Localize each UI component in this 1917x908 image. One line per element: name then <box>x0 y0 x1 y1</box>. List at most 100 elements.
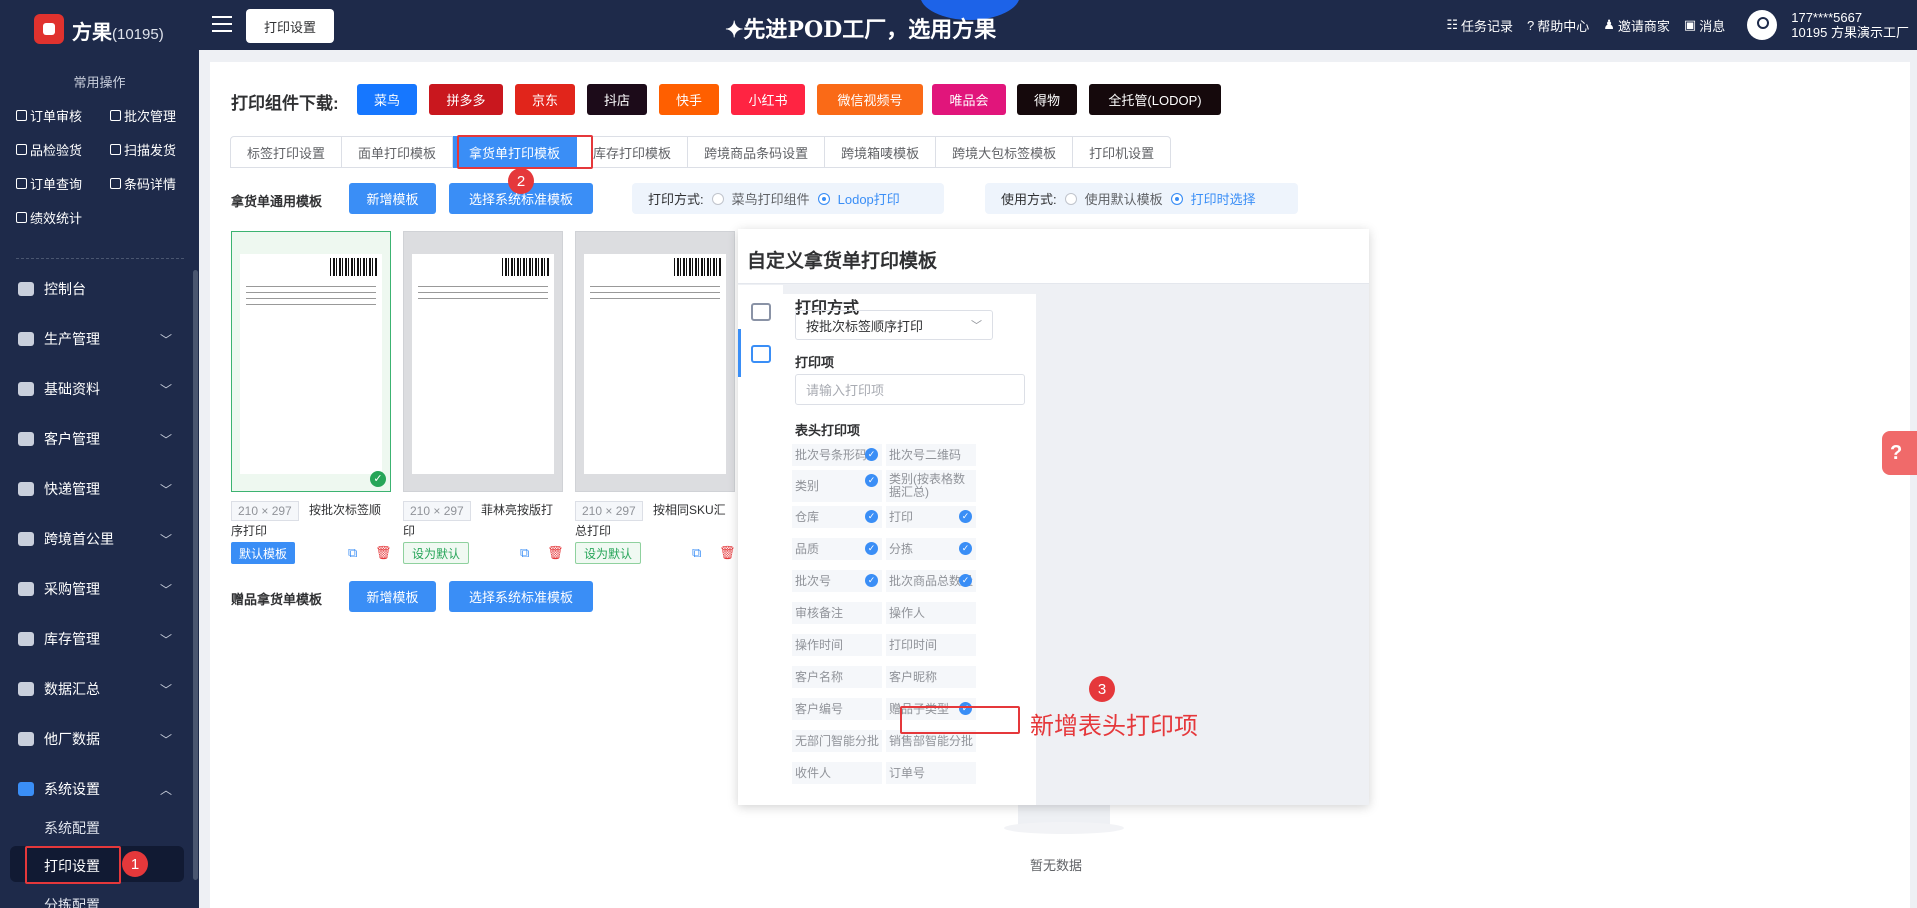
copy-icon[interactable]: ⧉ <box>692 545 706 560</box>
printer-icon[interactable] <box>751 345 771 363</box>
tab-printer-settings[interactable]: 打印机设置 <box>1073 136 1172 168</box>
header-option-item[interactable]: 品质 ✓ <box>792 538 882 560</box>
tab-print-settings[interactable]: 打印设置 <box>246 9 334 43</box>
download-cainiao-button[interactable]: 菜鸟 <box>357 84 417 115</box>
radio-lodop[interactable] <box>817 192 830 205</box>
header-option-item[interactable]: 客户昵称 <box>886 666 976 688</box>
add-template-button[interactable]: 新增模板 <box>349 183 436 214</box>
nav-express[interactable]: 快递管理 ﹀ <box>0 469 192 509</box>
radio-choose-on-print[interactable] <box>1170 192 1183 205</box>
copy-icon[interactable]: ⧉ <box>520 545 534 560</box>
template-card[interactable] <box>575 231 735 492</box>
header-items-label: 表头打印项 <box>795 423 861 438</box>
download-douyin-button[interactable]: 抖店 <box>587 84 647 115</box>
header-option-item[interactable]: 类别(按表格数据汇总) <box>886 470 976 502</box>
header-option-item[interactable]: 客户编号 <box>792 698 882 720</box>
quick-quality-check[interactable]: 品检验货 <box>16 140 82 159</box>
tab-cross-border-barcode[interactable]: 跨境商品条码设置 <box>688 136 826 168</box>
print-items-search-input[interactable]: 请输入打印项 <box>795 374 1025 405</box>
header-option-item[interactable]: 收件人 <box>792 762 882 784</box>
task-record-link[interactable]: ☷ 任务记录 <box>1446 16 1513 35</box>
tab-inventory-template[interactable]: 库存打印模板 <box>577 136 689 168</box>
sub-sorting-config[interactable]: 分拣配置 <box>44 895 100 908</box>
help-center-link[interactable]: ? 帮助中心 <box>1527 16 1589 35</box>
header-option-item[interactable]: 分拣 ✓ <box>886 538 976 560</box>
document-icon <box>16 144 27 155</box>
sub-system-config[interactable]: 系统配置 <box>44 818 100 838</box>
download-lodop-button[interactable]: 全托管(LODOP) <box>1089 84 1221 115</box>
messages-link[interactable]: ▣ 消息 <box>1684 16 1725 35</box>
quick-performance-stats[interactable]: 绩效统计 <box>16 208 82 227</box>
quick-order-query[interactable]: 订单查询 <box>16 174 82 193</box>
header-option-item[interactable]: 批次商品总数量 ✓ <box>886 570 976 592</box>
quick-scan-ship[interactable]: 扫描发货 <box>110 140 176 159</box>
template-card[interactable]: ✓ <box>231 231 391 492</box>
header-option-item[interactable]: 批次号二维码 <box>886 444 976 466</box>
invite-merchant-link[interactable]: ♟ 邀请商家 <box>1603 16 1670 35</box>
header-option-item[interactable]: 客户名称 <box>792 666 882 688</box>
header-option-item[interactable]: 批次号条形码 ✓ <box>792 444 882 466</box>
nav-dashboard[interactable]: 控制台 <box>0 269 192 309</box>
select-gift-system-template-button[interactable]: 选择系统标准模板 <box>449 581 593 612</box>
nav-cross-border[interactable]: 跨境首公里 ﹀ <box>0 519 192 559</box>
nav-data-summary[interactable]: 数据汇总 ﹀ <box>0 669 192 709</box>
nav-basic-data[interactable]: 基础资料 ﹀ <box>0 369 192 409</box>
header-option-item[interactable]: 打印时间 <box>886 634 976 656</box>
avatar[interactable] <box>1747 10 1778 40</box>
user-info[interactable]: 177****5667 10195 方果演示工厂 <box>1791 10 1909 40</box>
nav-other-factory[interactable]: 他厂数据 ﹀ <box>0 719 192 759</box>
download-pinduoduo-button[interactable]: 拼多多 <box>429 84 503 115</box>
download-jd-button[interactable]: 京东 <box>515 84 575 115</box>
settings-form-icon[interactable] <box>751 303 771 321</box>
help-float-button[interactable]: ? <box>1882 431 1917 475</box>
quick-batch-manage[interactable]: 批次管理 <box>110 106 176 125</box>
header-option-item[interactable]: 操作人 <box>886 602 976 624</box>
sidebar-scrollbar[interactable] <box>193 270 198 880</box>
empty-text: 暂无数据 <box>1030 858 1083 873</box>
template-card[interactable] <box>403 231 563 492</box>
copy-icon[interactable]: ⧉ <box>348 545 362 560</box>
checked-icon: ✓ <box>959 574 972 587</box>
download-vipshop-button[interactable]: 唯品会 <box>932 84 1006 115</box>
delete-icon[interactable]: 🗑 <box>719 545 736 560</box>
header-option-item[interactable]: 审核备注 <box>792 602 882 624</box>
print-mode-select[interactable]: 按批次标签顺序打印 ﹀ <box>795 310 993 340</box>
download-kuaishou-button[interactable]: 快手 <box>659 84 719 115</box>
download-xiaohongshu-button[interactable]: 小红书 <box>731 84 805 115</box>
chart-icon <box>16 212 27 223</box>
header-option-item[interactable]: 类别 ✓ <box>792 470 882 502</box>
radio-cainiao[interactable] <box>711 192 724 205</box>
download-wechat-channels-button[interactable]: 微信视频号 <box>817 84 923 115</box>
radio-use-default[interactable] <box>1064 192 1077 205</box>
chevron-down-icon: ﹀ <box>159 432 172 447</box>
header-option-item[interactable]: 批次号 ✓ <box>792 570 882 592</box>
header-option-item[interactable]: 打印 ✓ <box>886 506 976 528</box>
top-bar: 方果(10195) 打印设置 ✦先进POD工厂，选用方果 ☷ 任务记录 ? 帮助中心… <box>0 0 1917 50</box>
header-option-item[interactable]: 无部门智能分批 <box>792 730 882 752</box>
delete-icon[interactable]: 🗑 <box>375 545 392 560</box>
header-option-item[interactable]: 操作时间 <box>792 634 882 656</box>
nav-purchase[interactable]: 采购管理 ﹀ <box>0 569 192 609</box>
tab-waybill-template[interactable]: 面单打印模板 <box>342 136 454 168</box>
empty-illustration <box>1004 800 1124 834</box>
tab-cross-border-package-label[interactable]: 跨境大包标签模板 <box>936 136 1074 168</box>
header-option-item[interactable]: 订单号 <box>886 762 976 784</box>
nav-system-settings[interactable]: 系统设置 ︿ <box>0 769 192 809</box>
add-gift-template-button[interactable]: 新增模板 <box>349 581 436 612</box>
chevron-down-icon: ﹀ <box>159 582 172 597</box>
quick-barcode-detail[interactable]: 条码详情 <box>110 174 176 193</box>
brand-name: 方果(10195) <box>72 22 164 44</box>
barcode-icon <box>502 258 550 276</box>
download-dewu-button[interactable]: 得物 <box>1017 84 1077 115</box>
quick-order-review[interactable]: 订单审核 <box>16 106 82 125</box>
delete-icon[interactable]: 🗑 <box>547 545 564 560</box>
tab-label-print[interactable]: 标签打印设置 <box>230 136 343 168</box>
set-default-button[interactable]: 设为默认 <box>403 542 470 564</box>
hamburger-menu-icon[interactable] <box>212 16 232 32</box>
set-default-button[interactable]: 设为默认 <box>575 542 642 564</box>
tab-cross-border-box-label[interactable]: 跨境箱唛模板 <box>825 136 937 168</box>
nav-production[interactable]: 生产管理 ﹀ <box>0 319 192 359</box>
header-option-item[interactable]: 仓库 ✓ <box>792 506 882 528</box>
nav-inventory[interactable]: 库存管理 ﹀ <box>0 619 192 659</box>
nav-customer[interactable]: 客户管理 ﹀ <box>0 419 192 459</box>
